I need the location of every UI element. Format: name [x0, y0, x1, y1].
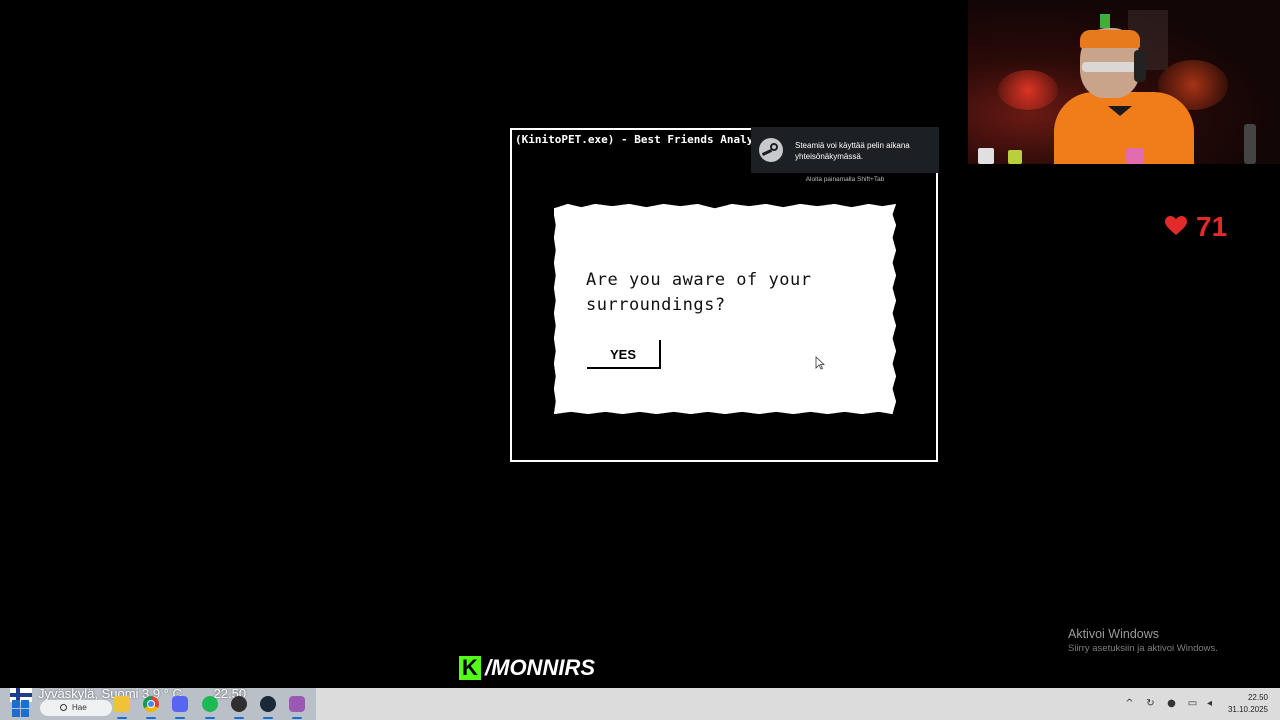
search-input[interactable]: Hae	[40, 700, 112, 716]
active-indicator	[234, 717, 244, 719]
taskbar: Jyväskylä, Suomi 3.9 ° C 22.50 Hae ^ ↻ ●…	[0, 686, 1280, 720]
steam-notification-message: Steamiä voi käyttää pelin aikana yhteisö…	[795, 141, 910, 161]
steam-taskbar-icon[interactable]	[260, 696, 276, 712]
yes-button[interactable]: YES	[587, 340, 661, 369]
folder-icon[interactable]	[114, 696, 130, 712]
discord-icon[interactable]	[172, 696, 188, 712]
chrome-icon[interactable]	[143, 696, 159, 712]
microphone-icon[interactable]: ●	[1166, 698, 1177, 709]
system-tray: ^ ↻ ● ▭ ◂ 22.50 31.10.2025	[1120, 688, 1280, 720]
mouse-cursor-icon	[815, 356, 825, 370]
sync-icon[interactable]: ↻	[1145, 698, 1156, 709]
active-indicator	[292, 717, 302, 719]
activate-windows-watermark: Aktivoi Windows Siirry asetuksiin ja akt…	[1068, 626, 1268, 656]
chevron-up-icon[interactable]: ^	[1124, 698, 1135, 709]
search-icon	[60, 704, 67, 711]
clock[interactable]: 22.50 31.10.2025	[1228, 692, 1268, 716]
clock-time: 22.50	[1247, 693, 1268, 702]
active-indicator	[117, 717, 127, 719]
kick-logo-icon: K	[459, 656, 481, 680]
app-icon[interactable]	[289, 696, 305, 712]
activate-windows-subtitle: Siirry asetuksiin ja aktivoi Windows.	[1068, 643, 1218, 654]
heart-icon	[1165, 216, 1187, 235]
active-indicator	[146, 717, 156, 719]
weather-location: Jyväskylä, Suomi 3.9 ° C	[38, 686, 182, 701]
spotify-icon[interactable]	[202, 696, 218, 712]
question-text: Are you aware of your surroundings?	[586, 270, 812, 315]
steam-icon	[759, 138, 783, 162]
webcam-feed	[968, 0, 1280, 164]
channel-name: /MONNIRS	[485, 655, 595, 680]
search-label: Hae	[72, 703, 87, 712]
steam-notification-hint: Aloita painamalla Shift+Tab	[805, 176, 885, 183]
activate-windows-title: Aktivoi Windows	[1068, 627, 1159, 641]
active-indicator	[205, 717, 215, 719]
active-indicator	[263, 717, 273, 719]
steam-overlay-notification[interactable]: Steamiä voi käyttää pelin aikana yhteisö…	[751, 127, 939, 173]
heart-count: 71	[1196, 211, 1228, 242]
active-indicator	[175, 717, 185, 719]
clock-date: 31.10.2025	[1227, 705, 1268, 714]
game-window-title[interactable]: (KinitoPET.exe) - Best Friends Analysis …	[512, 130, 755, 150]
start-icon[interactable]	[12, 700, 30, 718]
volume-icon[interactable]: ◂	[1204, 698, 1215, 709]
display-icon[interactable]: ▭	[1187, 698, 1198, 709]
obs-icon[interactable]	[231, 696, 247, 712]
